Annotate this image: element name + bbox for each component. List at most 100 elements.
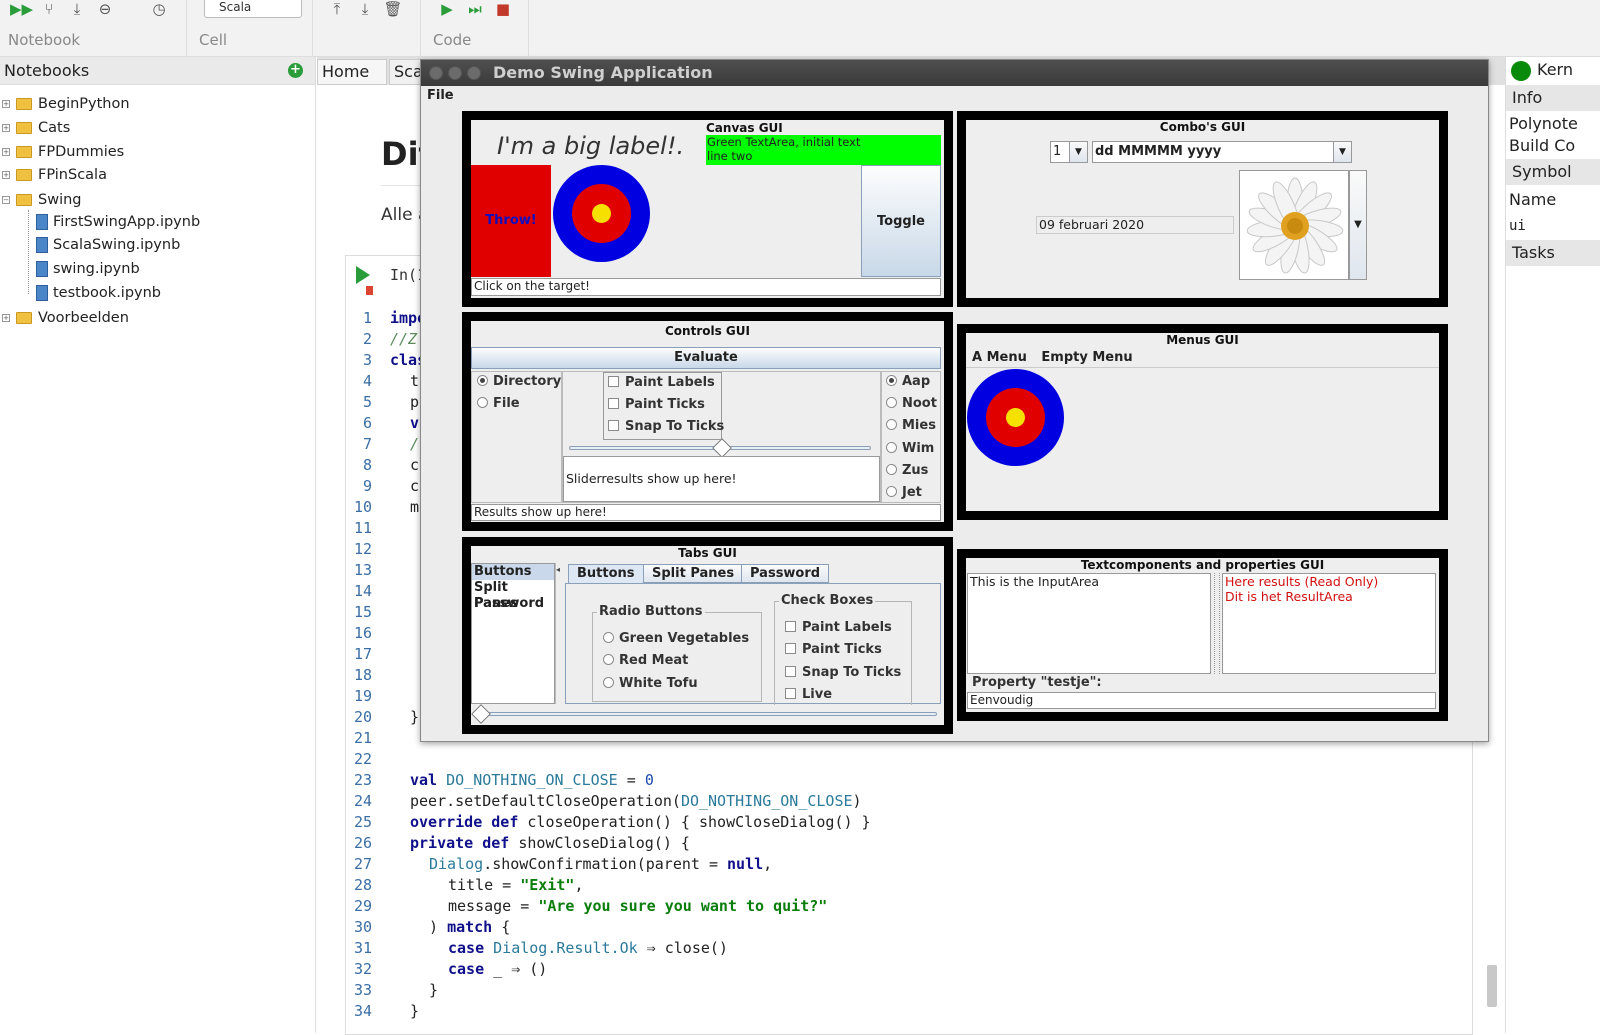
radio-red-meat[interactable]: Red Meat (603, 651, 688, 671)
window-titlebar[interactable]: Demo Swing Application (421, 60, 1488, 86)
kernel-label: Kern (1537, 60, 1573, 79)
list-item[interactable]: Buttons (472, 564, 554, 580)
tasks-header[interactable]: Tasks (1506, 240, 1600, 266)
expand-icon[interactable]: + (2, 171, 10, 179)
radio-white-tofu[interactable]: White Tofu (603, 674, 698, 694)
minimize-window-icon[interactable] (448, 66, 462, 80)
minus-circle-icon[interactable]: ⊖ (95, 0, 115, 18)
tree-folder[interactable]: + Cats (2, 118, 70, 138)
slider-thumb[interactable] (712, 438, 732, 458)
cell-type-select[interactable]: Scala (204, 0, 302, 18)
radio-buttons-group: Radio Buttons Green Vegetables Red Meat … (592, 604, 762, 702)
check-paint-labels[interactable]: Paint Labels (785, 618, 892, 638)
arrow-down-icon[interactable]: ⤓ (355, 0, 375, 18)
tree-folder[interactable]: + Voorbeelden (2, 308, 129, 328)
chevron-down-icon[interactable]: ▼ (1349, 170, 1367, 280)
result-line: Dit is het ResultArea (1225, 589, 1353, 604)
list-item[interactable]: Password (472, 596, 554, 612)
toolbar-divider (420, 0, 421, 57)
toolbar-divider (528, 0, 529, 57)
tree-file[interactable]: ScalaSwing.ipynb (36, 235, 180, 255)
menu-empty-menu[interactable]: Empty Menu (1041, 350, 1132, 365)
add-notebook-icon[interactable]: + (288, 63, 303, 78)
fast-forward-icon[interactable]: ⏭ (465, 0, 485, 18)
input-area[interactable]: This is the InputArea (967, 573, 1211, 674)
tree-folder[interactable]: + FPDummies (2, 142, 124, 162)
check-snap-ticks[interactable]: Snap To Ticks (608, 417, 724, 437)
expand-icon[interactable]: + (2, 124, 10, 132)
code-line: t (410, 372, 420, 390)
run-all-icon[interactable]: ▶▶ (10, 0, 33, 18)
check-live[interactable]: Live (785, 685, 832, 705)
evaluate-button[interactable]: Evaluate (471, 347, 941, 369)
tree-folder[interactable]: + FPinScala (2, 165, 107, 185)
green-text-area[interactable]: Green TextArea, initial text line two (706, 135, 941, 165)
list-item[interactable]: Split Panes (472, 580, 554, 611)
trash-icon[interactable]: 🗑 (383, 0, 403, 18)
split-divider[interactable] (1214, 573, 1220, 674)
tree-folder-swing[interactable]: − Swing (2, 190, 82, 210)
radio-directory[interactable]: Directory (477, 372, 561, 392)
radio-green-vegetables[interactable]: Green Vegetables (603, 629, 749, 649)
expand-icon[interactable]: + (2, 314, 10, 322)
tree-folder[interactable]: + BeginPython (2, 94, 130, 114)
arrow-up-icon[interactable]: ⤒ (327, 0, 347, 18)
symbol-row[interactable]: ui (1509, 218, 1526, 234)
combos-gui-panel: Combo's GUI 1 ▼ dd MMMMM yyyy ▼ 09 februar… (957, 111, 1448, 307)
menu-a-menu[interactable]: A Menu (972, 350, 1027, 365)
maximize-window-icon[interactable] (467, 66, 481, 80)
expand-icon[interactable]: + (2, 100, 10, 108)
run-icon[interactable]: ▶ (437, 0, 457, 18)
text-line: line two (707, 149, 753, 163)
check-paint-ticks[interactable]: Paint Ticks (608, 395, 705, 415)
throw-button[interactable]: Throw! (471, 165, 551, 277)
check-snap-ticks[interactable]: Snap To Ticks (785, 663, 901, 683)
notebook-group-label: Notebook (8, 31, 81, 49)
folder-icon (16, 98, 32, 110)
number-combo[interactable]: 1 ▼ (1050, 141, 1088, 163)
flower-image-combo[interactable] (1239, 170, 1349, 280)
radio-file[interactable]: File (477, 394, 520, 414)
tree-file[interactable]: swing.ipynb (36, 259, 140, 279)
slider-result-area[interactable]: Sliderresults show up here! (563, 456, 880, 502)
info-header[interactable]: Info (1506, 85, 1600, 111)
radio-aap[interactable]: Aap (886, 372, 930, 392)
radio-zus[interactable]: Zus (886, 461, 928, 481)
formatted-date-field[interactable]: 09 februari 2020 (1036, 216, 1234, 234)
radio-mies[interactable]: Mies (886, 416, 936, 436)
tab-password[interactable]: Password (741, 564, 830, 583)
expand-icon[interactable]: + (2, 148, 10, 156)
tree-file[interactable]: FirstSwingApp.ipynb (36, 212, 200, 232)
code-line: m (410, 498, 420, 516)
download-icon[interactable]: ⤓ (67, 0, 87, 18)
scrollbar-thumb[interactable] (1487, 965, 1497, 1007)
checkbox-icon (608, 376, 619, 387)
target-icon[interactable] (553, 165, 650, 262)
radio-jet[interactable]: Jet (886, 483, 922, 503)
controls-result-field[interactable]: Results show up here! (471, 504, 941, 521)
tree-file[interactable]: testbook.ipynb (36, 283, 161, 303)
menu-file[interactable]: File (427, 88, 454, 103)
check-paint-ticks[interactable]: Paint Ticks (785, 640, 882, 660)
date-format-combo[interactable]: dd MMMMM yyyy ▼ (1092, 141, 1352, 163)
radio-wim[interactable]: Wim (886, 439, 934, 459)
canvas-status-field[interactable]: Click on the target! (471, 278, 941, 296)
radio-noot[interactable]: Noot (886, 394, 937, 414)
code-line: } (410, 1002, 420, 1020)
toggle-button[interactable]: Toggle (861, 165, 941, 277)
branch-icon[interactable]: ⑂ (39, 0, 59, 18)
tab-home[interactable]: Home ✕ (317, 59, 387, 105)
clock-icon[interactable]: ◷ (149, 0, 169, 18)
check-paint-labels[interactable]: Paint Labels (608, 373, 715, 393)
slider-track[interactable] (475, 712, 937, 716)
symbol-header[interactable]: Symbol (1506, 159, 1600, 185)
property-field[interactable]: Eenvoudig (967, 692, 1436, 709)
tab-split-panes[interactable]: Split Panes (643, 564, 744, 583)
collapse-icon[interactable]: − (2, 196, 10, 204)
tab-buttons[interactable]: Buttons (568, 564, 644, 584)
slider-thumb[interactable] (471, 704, 491, 724)
split-divider[interactable]: ◂ (555, 563, 563, 704)
close-window-icon[interactable] (429, 66, 443, 80)
run-cell-icon[interactable] (356, 266, 370, 284)
stop-icon[interactable]: ■ (493, 0, 513, 18)
